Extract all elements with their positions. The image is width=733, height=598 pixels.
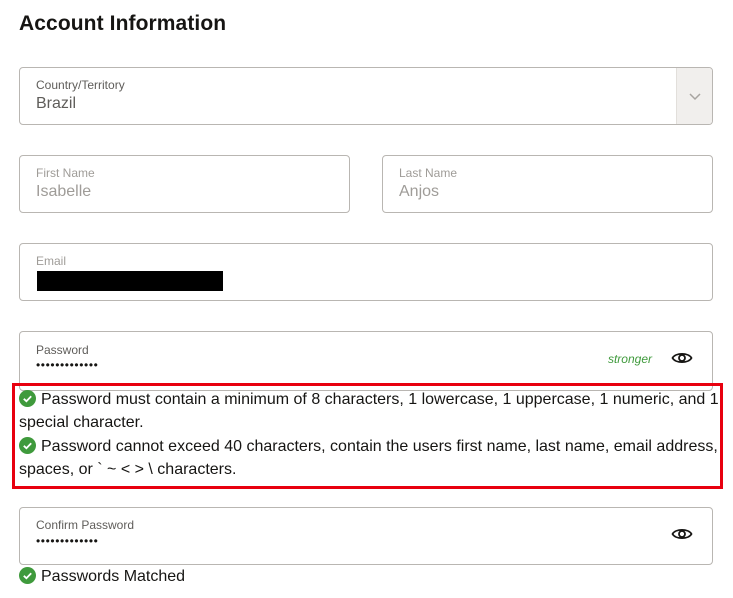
password-rule-1-text: Password must contain a minimum of 8 cha… bbox=[19, 391, 719, 432]
eye-icon[interactable] bbox=[671, 526, 693, 542]
password-rules: Password must contain a minimum of 8 cha… bbox=[19, 388, 719, 481]
password-rule-2: Password cannot exceed 40 characters, co… bbox=[19, 435, 719, 482]
password-value: ••••••••••••• bbox=[36, 358, 99, 372]
last-name-value: Anjos bbox=[399, 183, 440, 200]
check-circle-icon bbox=[19, 436, 36, 454]
password-field[interactable]: Password ••••••••••••• stronger bbox=[19, 331, 713, 391]
country-select[interactable]: Country/Territory Brazil bbox=[19, 67, 713, 125]
password-rule-2-text: Password cannot exceed 40 characters, co… bbox=[19, 437, 718, 478]
eye-icon[interactable] bbox=[671, 350, 693, 366]
first-name-value: Isabelle bbox=[36, 183, 92, 200]
chevron-down-icon bbox=[688, 93, 701, 101]
last-name-label: Last Name bbox=[399, 166, 458, 180]
check-circle-icon bbox=[19, 567, 36, 584]
check-circle-icon bbox=[19, 390, 36, 407]
country-label: Country/Territory bbox=[36, 78, 125, 92]
country-value: Brazil bbox=[36, 95, 77, 112]
passwords-matched-text: Passwords Matched bbox=[41, 568, 186, 585]
page-title: Account Information bbox=[19, 12, 227, 35]
password-label: Password bbox=[36, 343, 89, 357]
passwords-matched-status: Passwords Matched bbox=[19, 567, 185, 586]
password-strength-indicator: stronger bbox=[607, 352, 652, 366]
email-label: Email bbox=[36, 254, 67, 268]
redacted-email-value bbox=[37, 271, 223, 291]
last-name-field[interactable]: Last Name Anjos bbox=[382, 155, 713, 213]
confirm-password-field[interactable]: Confirm Password ••••••••••••• bbox=[19, 507, 713, 565]
first-name-label: First Name bbox=[36, 166, 95, 180]
confirm-password-label: Confirm Password bbox=[36, 518, 135, 532]
country-dropdown-button[interactable] bbox=[676, 68, 712, 124]
password-rule-1: Password must contain a minimum of 8 cha… bbox=[19, 388, 719, 435]
email-field[interactable]: Email bbox=[19, 243, 713, 301]
confirm-password-value: ••••••••••••• bbox=[36, 534, 99, 548]
first-name-field[interactable]: First Name Isabelle bbox=[19, 155, 350, 213]
